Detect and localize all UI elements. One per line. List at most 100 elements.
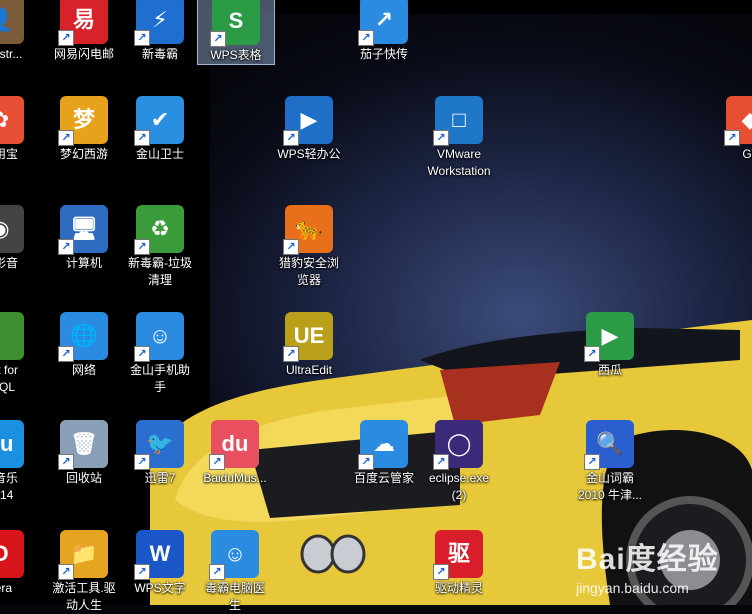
desktop-icon-qudong[interactable]: 驱 ↗ 驱动精灵: [421, 530, 497, 597]
desktop-icon-jinshan-weishi[interactable]: ✔ ↗ 金山卫士: [122, 96, 198, 163]
desktop-icon-label: 网络: [71, 363, 96, 377]
desktop-icon-ultraedit[interactable]: UE ↗ UltraEdit: [271, 312, 347, 379]
desktop-icon-baidumusic[interactable]: du ↗ BaiduMus...: [197, 420, 273, 487]
desktop-icon-label: WPS文字: [134, 581, 186, 595]
desktop-icon-navicat[interactable]: ◐↗ icat for ySQL: [0, 312, 38, 396]
shortcut-arrow-icon: ↗: [433, 454, 449, 470]
desktop-icon-label: ministr...: [0, 47, 23, 61]
watermark-logo: Bai度经验: [576, 543, 719, 576]
desktop-icon-label: pera: [0, 581, 13, 595]
desktop-icon-opera[interactable]: O↗ pera: [0, 530, 38, 597]
spreadsheet-icon: S ↗: [210, 0, 260, 47]
desktop-icon-jihuo[interactable]: 📁 ↗ 激活工具.驱 动人生: [46, 530, 122, 614]
video-player-icon: ▶ ↗: [584, 312, 634, 362]
icon-glyph: ◉: [0, 205, 24, 253]
document-icon: W ↗: [134, 530, 184, 580]
desktop-icon-jinshan-phone[interactable]: ☺ ↗ 金山手机助 手: [122, 312, 198, 396]
desktop-icon-label: WPS轻办公: [277, 147, 341, 161]
desktop-icon-qiezi[interactable]: ↗ ↗ 茄子快传: [346, 0, 422, 63]
shortcut-arrow-icon: ↗: [358, 454, 374, 470]
desktop-icon-liebao[interactable]: 🐆 ↗ 猎豹安全浏 览器: [271, 205, 347, 289]
desktop-icon-duba-doctor[interactable]: ☺ ↗ 毒霸电脑医 生: [197, 530, 273, 614]
desktop-icon-vmware[interactable]: □ ↗ VMware Workstation: [421, 96, 497, 180]
editor-icon: UE ↗: [283, 312, 333, 362]
desktop-icon-label: 迅雷7: [144, 471, 176, 485]
desktop-icon-label: 猎豹安全浏 览器: [278, 256, 339, 287]
shortcut-arrow-icon: ↗: [433, 130, 449, 146]
watermark-url: jingyan.baidu.com: [576, 580, 689, 596]
desktop-icon-menghuan[interactable]: 梦 ↗ 梦幻西游: [46, 96, 122, 163]
shortcut-arrow-icon: ↗: [58, 239, 74, 255]
doctor-icon: ☺ ↗: [209, 530, 259, 580]
dictionary-icon: 🔍 ↗: [584, 420, 634, 470]
recycle-icon: ♻ ↗: [134, 205, 184, 255]
shortcut-arrow-icon: ↗: [58, 346, 74, 362]
desktop-icon-jinshan-ciba[interactable]: 🔍 ↗ 金山词霸 2010 牛津...: [572, 420, 648, 504]
user-folder-icon: 👤↗: [0, 0, 24, 44]
desktop-icon-label: Git: [742, 147, 752, 161]
desktop-icon-xigua[interactable]: ▶ ↗ 西瓜: [572, 312, 648, 379]
desktop-icon-administrator[interactable]: 👤↗ ministr...: [0, 0, 38, 63]
office-icon: ▶ ↗: [283, 96, 333, 146]
browser-icon: 🐆 ↗: [283, 205, 333, 255]
desktop-icon-baidu-video[interactable]: ◉↗ 度影音: [0, 205, 38, 272]
shortcut-arrow-icon: ↗: [358, 30, 374, 46]
desktop-icon-wps-sheet[interactable]: S ↗ WPS表格: [197, 0, 275, 65]
desktop-icon-wps-word[interactable]: W ↗ WPS文字: [122, 530, 198, 597]
baidu-watermark: Bai度经验 jingyan.baidu.com: [576, 534, 752, 605]
driver-icon: 驱 ↗: [433, 530, 483, 580]
desktop-icon-computer[interactable]: 🖥 ↗ 计算机: [46, 205, 122, 272]
desktop-icon-label: WPS表格: [210, 48, 262, 62]
music-icon: du↗: [209, 420, 259, 470]
shortcut-arrow-icon: ↗: [134, 564, 150, 580]
icon-glyph: ✿: [0, 96, 24, 144]
desktop-icon-label: VMware Workstation: [427, 147, 491, 178]
desktop-icon-baidu-cloud[interactable]: ☁ ↗ 百度云管家: [346, 420, 422, 487]
trash-icon: 🗑 ↗: [58, 420, 108, 470]
shortcut-arrow-icon: ↗: [283, 346, 299, 362]
desktop-icon-git[interactable]: ◆↗Git: [712, 96, 752, 163]
shortcut-arrow-icon: ↗: [433, 564, 449, 580]
desktop-icon-wps-office[interactable]: ▶ ↗ WPS轻办公: [271, 96, 347, 163]
desktop-icon-yingyongbao[interactable]: ✿↗ 应用宝: [0, 96, 38, 163]
desktop-icon-label: 新毒霸: [141, 47, 178, 61]
computer-icon: 🖥 ↗: [58, 205, 108, 255]
desktop-icon-label: UltraEdit: [285, 363, 332, 377]
desktop-icon-xunlei[interactable]: 🐦 ↗ 迅雷7: [122, 420, 198, 487]
shortcut-arrow-icon: ↗: [134, 130, 150, 146]
desktop-icon-eclipse[interactable]: ◯ ↗ eclipse.exe (2): [421, 420, 497, 504]
desktop-icon-label: 计算机: [65, 256, 102, 270]
desktop-icon-netease-flash[interactable]: 易 ↗ 网易闪电邮: [46, 0, 122, 63]
shortcut-arrow-icon: ↗: [134, 239, 150, 255]
desktop-icon-network[interactable]: 🌐 ↗ 网络: [46, 312, 122, 379]
desktop-icon-baidu-music[interactable]: du↗ 度音乐 2014: [0, 420, 38, 504]
film-reel-icon: ◉↗: [0, 205, 24, 253]
ide-icon: ◯ ↗: [433, 420, 483, 470]
git-icon: ◆ ↗: [724, 96, 752, 146]
shortcut-arrow-icon: ↗: [584, 346, 600, 362]
desktop-icon-xinduba[interactable]: ⚡ ↗ 新毒霸: [122, 0, 198, 63]
icon-glyph: du: [0, 431, 14, 456]
shortcut-arrow-icon: ↗: [210, 31, 226, 47]
desktop-icon-trash-clean[interactable]: ♻ ↗ 新毒霸-垃圾 清理: [122, 205, 198, 289]
desktop-icon-label: BaiduMus...: [203, 471, 267, 485]
download-icon: 🐦 ↗: [134, 420, 184, 470]
shortcut-arrow-icon: ↗: [58, 30, 74, 46]
desktop-icon-label: 网易闪电邮: [53, 47, 114, 61]
desktop-icon-recycle-bin[interactable]: 🗑 ↗ 回收站: [46, 420, 122, 487]
shortcut-arrow-icon: ↗: [283, 130, 299, 146]
desktop-icon-label: eclipse.exe (2): [428, 471, 490, 502]
phone-assistant-icon: ☺ ↗: [134, 312, 184, 362]
desktop-icon-label: 回收站: [65, 471, 102, 485]
game-icon: 梦 ↗: [58, 96, 108, 146]
shortcut-arrow-icon: ↗: [58, 454, 74, 470]
database-icon: ◐↗: [0, 312, 24, 360]
shortcut-arrow-icon: ↗: [58, 130, 74, 146]
desktop-icon-label: 金山卫士: [135, 147, 184, 161]
desktop-icon-label: icat for ySQL: [0, 363, 18, 394]
shortcut-arrow-icon: ↗: [724, 130, 740, 146]
desktop-icon-label: 金山词霸 2010 牛津...: [577, 471, 643, 502]
desktop-icon-label: 度影音: [0, 256, 18, 270]
mail-icon: 易 ↗: [58, 0, 108, 46]
shortcut-arrow-icon: ↗: [134, 346, 150, 362]
